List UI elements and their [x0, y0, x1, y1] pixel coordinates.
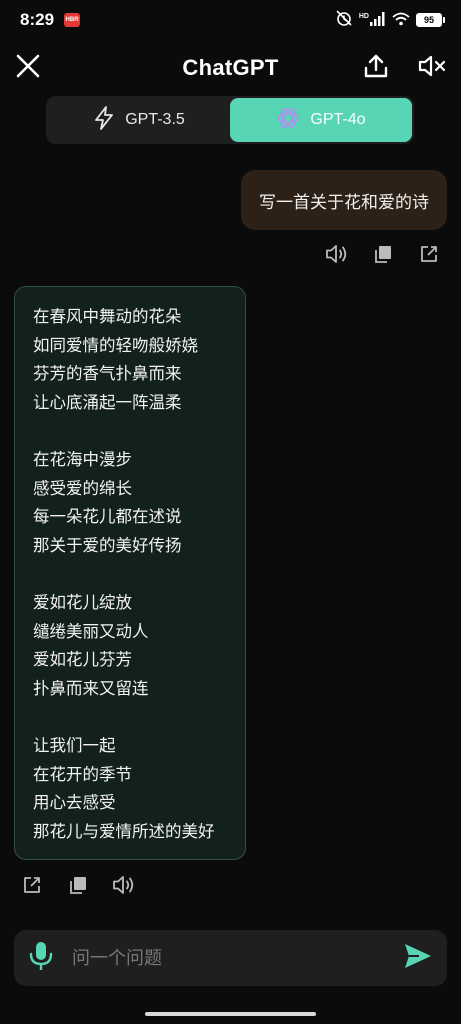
status-time: 8:29	[20, 10, 55, 29]
open-external-icon[interactable]	[20, 873, 44, 897]
poem-line: 用心去感受	[33, 793, 116, 813]
poem-stanza: 在花海中漫步 感受爱的绵长 每一朵花儿都在述说 那关于爱的美好传扬	[33, 446, 229, 560]
poem-stanza: 爱如花儿绽放 缱绻美丽又动人 爱如花儿芬芳 扑鼻而来又留连	[33, 589, 229, 703]
poem-line: 在春风中舞动的花朵	[33, 307, 182, 326]
send-icon[interactable]	[403, 942, 433, 974]
hd-label: HD	[358, 12, 369, 20]
user-message: 写一首关于花和爱的诗	[241, 170, 447, 230]
poem-line: 在花开的季节	[33, 764, 132, 784]
poem-line: 芬芳的香气扑鼻而来	[33, 364, 182, 384]
poem-line: 爱如花儿芬芳	[33, 650, 132, 670]
user-message-actions	[325, 242, 441, 266]
upload-icon	[363, 53, 389, 83]
close-button[interactable]	[10, 50, 46, 86]
lightning-icon	[93, 105, 115, 135]
speaker-icon[interactable]	[325, 242, 349, 266]
poem-stanza: 让我们一起 在花开的季节 用心去感受 那花儿与爱情所述的美好	[33, 732, 229, 846]
poem-line: 扑鼻而来又留连	[33, 678, 149, 698]
poem-line: 让心底涌起一阵温柔	[33, 392, 182, 412]
app-header: ChatGPT	[0, 44, 461, 92]
poem-line: 感受爱的绵长	[33, 478, 132, 498]
speaker-icon[interactable]	[112, 873, 136, 897]
alarm-off-icon	[335, 9, 353, 31]
model-option-gpt-3-5[interactable]: GPT-3.5	[48, 98, 230, 142]
poem-line: 在花海中漫步	[33, 449, 132, 469]
poem-line: 每一朵花儿都在述说	[33, 507, 182, 527]
user-message-text: 写一首关于花和爱的诗	[259, 192, 429, 213]
model-option-label: GPT-4o	[310, 111, 366, 128]
poem-line: 缱绻美丽又动人	[33, 621, 149, 641]
message-input[interactable]	[54, 947, 403, 969]
app-notification-icon: HBR	[64, 13, 81, 27]
assistant-message: 在春风中舞动的花朵 如同爱情的轻吻般娇娆 芬芳的香气扑鼻而来 让心底涌起一阵温柔…	[14, 286, 246, 860]
wifi-icon	[392, 11, 410, 30]
assistant-message-actions	[20, 873, 136, 897]
poem-line: 让我们一起	[33, 735, 116, 755]
poem-stanza: 在春风中舞动的花朵 如同爱情的轻吻般娇娆 芬芳的香气扑鼻而来 让心底涌起一阵温柔	[33, 303, 229, 417]
close-icon	[15, 53, 41, 83]
model-switch: GPT-3.5 GPT-4o	[46, 96, 414, 144]
open-external-icon[interactable]	[417, 242, 441, 266]
poem-line: 那花儿与爱情所述的美好	[33, 821, 215, 841]
copy-icon[interactable]	[66, 873, 90, 897]
copy-icon[interactable]	[371, 242, 395, 266]
openai-logo-icon	[276, 106, 300, 135]
mute-button[interactable]	[414, 50, 450, 86]
battery-icon: 95	[416, 13, 445, 27]
signal-icon	[370, 11, 386, 30]
home-indicator	[145, 1012, 316, 1016]
message-input-bar	[14, 930, 447, 986]
model-option-label: GPT-3.5	[125, 111, 185, 128]
speaker-mute-icon	[417, 53, 447, 83]
microphone-icon[interactable]	[28, 940, 54, 976]
page-title: ChatGPT	[182, 55, 279, 80]
model-option-gpt-4o[interactable]: GPT-4o	[230, 98, 412, 142]
share-button[interactable]	[358, 50, 394, 86]
battery-level: 95	[416, 13, 442, 27]
status-bar: 8:29 HBR HD 95	[0, 0, 461, 40]
poem-line: 那关于爱的美好传扬	[33, 535, 182, 555]
poem-line: 爱如花儿绽放	[33, 592, 132, 612]
poem-line: 如同爱情的轻吻般娇娆	[33, 335, 198, 355]
